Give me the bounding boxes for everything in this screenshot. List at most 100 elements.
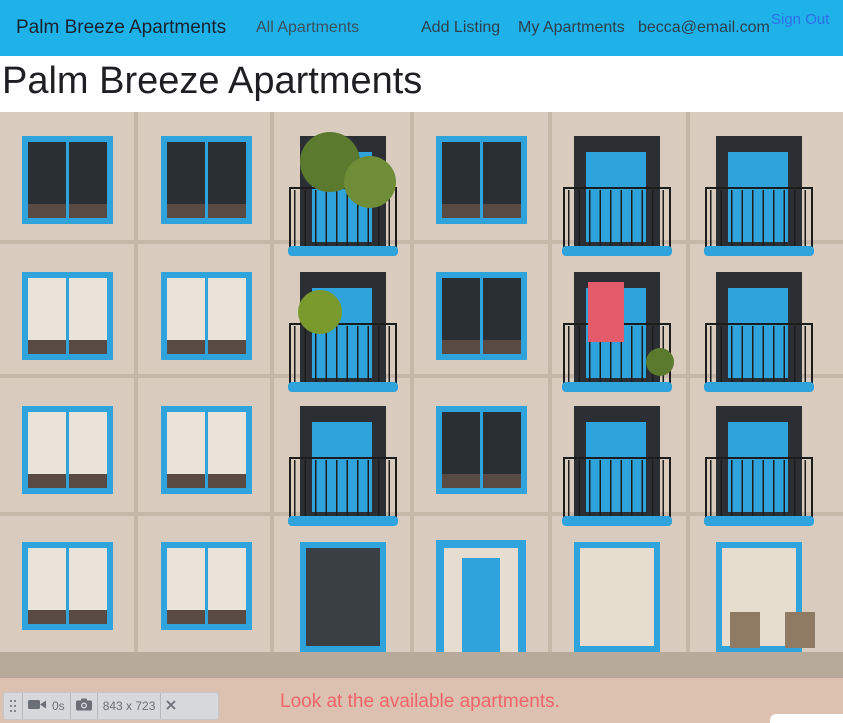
railing-bar — [388, 326, 390, 382]
railing-bar — [804, 460, 806, 516]
screenshot-button[interactable] — [71, 693, 98, 719]
brand-link[interactable]: Palm Breeze Apartments — [16, 17, 226, 39]
recording-toolbar: 0s 843 x 723 — [3, 692, 219, 720]
plant-foliage — [298, 290, 342, 334]
patio-chair — [785, 612, 815, 648]
railing-bar — [794, 460, 796, 516]
railing-bar — [773, 460, 775, 516]
railing-bar — [652, 460, 654, 516]
railing-bar — [641, 190, 643, 246]
railing-bar — [378, 326, 380, 382]
railing-bar — [631, 190, 633, 246]
balcony-slab — [704, 516, 814, 526]
record-video-button[interactable]: 0s — [23, 693, 71, 719]
railing-bar — [294, 326, 296, 382]
window-mullion — [480, 278, 483, 354]
building-facade-illustration — [0, 112, 843, 678]
entrance-door — [462, 558, 500, 652]
top-navbar: Palm Breeze Apartments All Apartments Ad… — [0, 0, 843, 56]
railing-bar — [752, 460, 754, 516]
panel-seam-v-0 — [134, 112, 138, 652]
railing-bar — [641, 326, 643, 382]
railing-bar — [762, 326, 764, 382]
railing-bar — [357, 460, 359, 516]
capture-dimensions: 843 x 723 — [98, 693, 162, 719]
railing-bar — [367, 326, 369, 382]
railing-bar — [773, 190, 775, 246]
railing-bar — [641, 460, 643, 516]
panel-seam-v-4 — [686, 112, 690, 652]
railing-bar — [315, 190, 317, 246]
railing-bar — [315, 326, 317, 382]
railing-bar — [710, 190, 712, 246]
page-title: Palm Breeze Apartments — [2, 60, 423, 102]
railing-bar — [731, 190, 733, 246]
railing-bar — [346, 460, 348, 516]
railing-bar — [325, 326, 327, 382]
corner-chip — [770, 714, 843, 723]
railing-bar — [652, 190, 654, 246]
railing-bar — [773, 326, 775, 382]
railing-bar — [589, 460, 591, 516]
banner-message: Look at the available apartments. — [280, 691, 560, 712]
balcony-slab — [562, 246, 672, 256]
railing-bar — [336, 190, 338, 246]
close-recorder-button[interactable] — [161, 693, 181, 719]
railing-bar — [568, 190, 570, 246]
railing-bar — [610, 460, 612, 516]
railing-bar — [294, 190, 296, 246]
railing-bar — [610, 190, 612, 246]
panel-seam-v-1 — [270, 112, 274, 652]
balcony-door — [586, 152, 646, 242]
railing-bar — [710, 460, 712, 516]
ground-window-glass — [580, 548, 654, 646]
window-mullion — [480, 142, 483, 218]
railing-bar — [620, 460, 622, 516]
railing-bar — [568, 460, 570, 516]
drag-handle-icon[interactable] — [4, 693, 23, 719]
railing-bar — [578, 190, 580, 246]
window-mullion — [205, 548, 208, 624]
nav-add-listing[interactable]: Add Listing — [421, 19, 500, 37]
railing-bar — [741, 326, 743, 382]
balcony-door — [312, 422, 372, 512]
balcony-slab — [288, 246, 398, 256]
railing-bar — [752, 326, 754, 382]
balcony-slab — [704, 382, 814, 392]
railing-bar — [325, 460, 327, 516]
close-icon — [166, 699, 177, 713]
balcony-door — [728, 422, 788, 512]
railing-bar — [325, 190, 327, 246]
recording-duration: 0s — [52, 699, 65, 713]
railing-bar — [388, 460, 390, 516]
ground — [0, 652, 843, 678]
balcony-slab — [562, 382, 672, 392]
railing-bar — [304, 326, 306, 382]
railing-bar — [294, 460, 296, 516]
patio-chair — [730, 612, 760, 648]
balcony-slab — [288, 516, 398, 526]
railing-bar — [346, 190, 348, 246]
railing-bar — [731, 326, 733, 382]
balcony-door — [728, 152, 788, 242]
railing-bar — [304, 460, 306, 516]
hero-image — [0, 112, 843, 678]
railing-bar — [378, 460, 380, 516]
user-email: becca@email.com — [638, 19, 770, 36]
window-mullion — [66, 412, 69, 488]
railing-bar — [752, 190, 754, 246]
nav-my-apartments[interactable]: My Apartments — [518, 19, 625, 37]
panel-seam-v-2 — [410, 112, 414, 652]
railing-bar — [631, 326, 633, 382]
railing-bar — [357, 326, 359, 382]
plant-foliage — [344, 156, 396, 208]
railing-bar — [346, 326, 348, 382]
window-mullion — [480, 412, 483, 488]
nav-all-apartments[interactable]: All Apartments — [256, 19, 359, 37]
railing-bar — [720, 326, 722, 382]
balcony-slab — [704, 246, 814, 256]
railing-bar — [599, 460, 601, 516]
railing-bar — [367, 460, 369, 516]
sign-out-button[interactable]: Sign Out — [771, 11, 829, 28]
railing-bar — [578, 460, 580, 516]
